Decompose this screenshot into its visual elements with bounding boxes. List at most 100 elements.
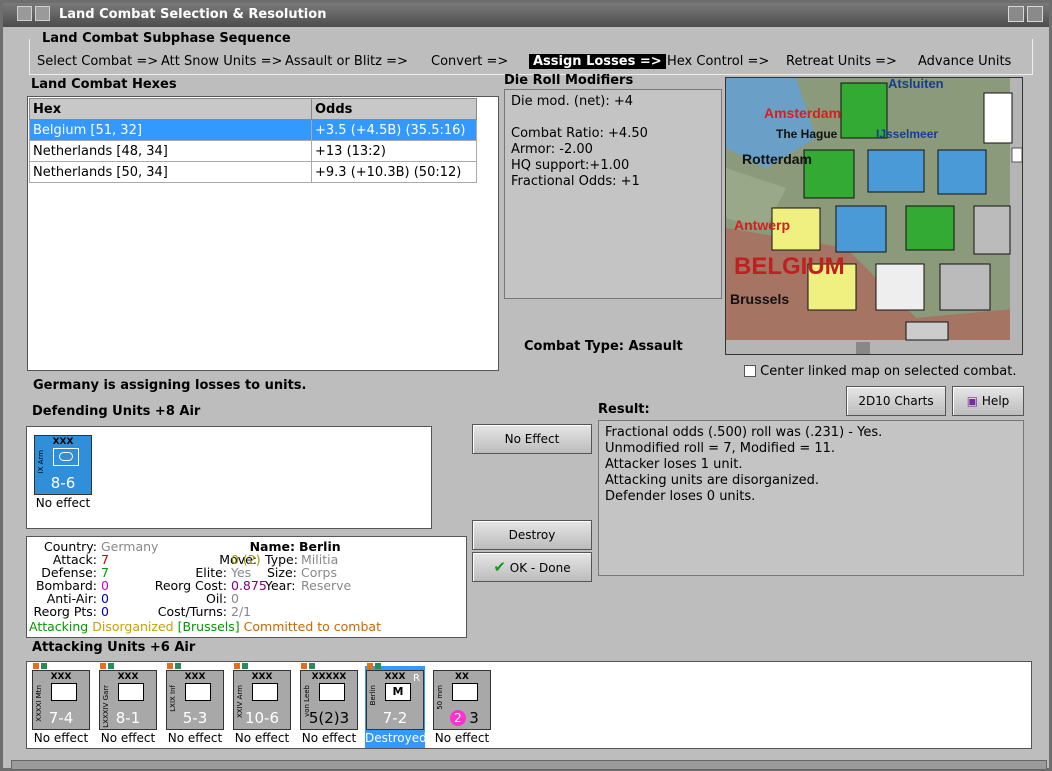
hex-cell[interactable]: Netherlands [48, 34] xyxy=(29,140,312,162)
unit-counter[interactable]: XXX Berlin M R 7-2 xyxy=(366,670,424,730)
phase-select-combat[interactable]: Select Combat => xyxy=(37,54,158,69)
attacking-units-panel: XXX XXXXI Mtn 7-4 No effect XXX LXXXIV G… xyxy=(26,661,1032,749)
phase-att-snow[interactable]: Att Snow Units => xyxy=(161,54,282,69)
result-line: Attacking units are disorganized. xyxy=(605,473,819,488)
unit-result: No effect xyxy=(301,731,357,745)
defending-unit[interactable]: XXX IX Arm 8-6 No effect xyxy=(33,435,93,510)
phase-assign-losses[interactable]: Assign Losses => xyxy=(529,54,666,69)
close-icon[interactable] xyxy=(1027,6,1043,22)
hq-unit-icon xyxy=(319,683,345,701)
linked-map[interactable]: Atsluiten Amsterdam The Hague IJsselmeer… xyxy=(725,77,1023,355)
phase-assault-blitz[interactable]: Assault or Blitz => xyxy=(285,54,408,69)
odds-cell[interactable]: +13 (13:2) xyxy=(311,140,477,162)
phase-convert[interactable]: Convert => xyxy=(431,54,508,69)
check-icon: ✔ xyxy=(493,558,506,576)
help-button[interactable]: ▣ Help xyxy=(952,386,1024,416)
unit-size: XXX xyxy=(251,672,273,682)
map-canvas[interactable]: Atsluiten Amsterdam The Hague IJsselmeer… xyxy=(726,78,1023,355)
unit-status-line: Attacking Disorganized [Brussels] Commit… xyxy=(29,620,381,633)
unit-counter[interactable]: XX 50 mm 2 3 xyxy=(433,670,491,730)
odds-cell[interactable]: +9.3 (+10.3B) (50:12) xyxy=(311,161,477,183)
defending-title: Defending Units +8 Air xyxy=(32,404,201,419)
die-mods-title: Die Roll Modifiers xyxy=(504,73,634,88)
hex-table: Hex Odds Belgium [51, 32] +3.5 (+4.5B) (… xyxy=(29,98,477,183)
map-label: BELGIUM xyxy=(734,253,845,280)
reorg-pts-value: 0 xyxy=(101,604,109,619)
unit-counter[interactable]: XXX LXIX Inf 5-3 xyxy=(166,670,224,730)
combat-type: Combat Type: Assault xyxy=(524,339,683,354)
no-effect-button[interactable]: No Effect xyxy=(472,424,592,454)
status-text: Germany is assigning losses to units. xyxy=(33,378,307,393)
antitank-unit-icon xyxy=(452,683,478,701)
center-map-option[interactable]: Center linked map on selected combat. xyxy=(744,364,1017,379)
unit-result: No effect xyxy=(167,731,223,745)
done-button[interactable]: ✔ OK - Done xyxy=(472,552,592,582)
die-mod-line: Die mod. (net): +4 xyxy=(511,94,634,109)
mountain-unit-icon xyxy=(51,683,77,701)
combat-type-label: Combat Type: xyxy=(524,339,624,354)
combat-type-value: Assault xyxy=(628,339,683,354)
defending-units-panel: XXX IX Arm 8-6 No effect xyxy=(26,426,432,529)
unit-result: No effect xyxy=(434,731,490,745)
center-map-checkbox[interactable] xyxy=(744,365,756,377)
result-line: Attacker loses 1 unit. xyxy=(605,457,743,472)
table-row[interactable]: Netherlands [50, 34] +9.3 (+10.3B) (50:1… xyxy=(29,161,477,183)
minimize-icon[interactable] xyxy=(1008,6,1024,22)
attacking-unit[interactable]: XXX XXXXI Mtn 7-4 No effect xyxy=(31,663,91,745)
destroy-button[interactable]: Destroy xyxy=(472,520,592,550)
hex-column-header[interactable]: Hex xyxy=(29,98,312,120)
help-book-icon: ▣ xyxy=(966,394,979,408)
hex-cell[interactable]: Netherlands [50, 34] xyxy=(29,161,312,183)
status-location: [Brussels] xyxy=(177,619,240,634)
cost-turns-value: 2/1 xyxy=(231,604,252,619)
title-bar: Land Combat Selection & Resolution xyxy=(3,3,1049,27)
unit-counter[interactable]: XXX LXXXIV Garr 8-1 xyxy=(99,670,157,730)
unit-result: No effect xyxy=(33,731,89,745)
attacking-unit[interactable]: XXX XXIV Arm 10-6 No effect xyxy=(232,663,292,745)
table-row[interactable]: Belgium [51, 32] +3.5 (+4.5B) (35.5:16) xyxy=(29,119,477,141)
attacking-unit[interactable]: XXXXX von Leeb 5(2)3 No effect xyxy=(299,663,359,745)
die-mods-panel: Die mod. (net): +4 Combat Ratio: +4.50 A… xyxy=(504,89,722,299)
unit-size: XXX xyxy=(52,437,74,447)
map-label: The Hague xyxy=(776,127,838,141)
system-icon[interactable] xyxy=(17,6,32,21)
unit-counter[interactable]: XXX XXXXI Mtn 7-4 xyxy=(32,670,90,730)
combat-window: Land Combat Selection & Resolution Land … xyxy=(0,0,1052,771)
unit-strength: 7-2 xyxy=(382,709,408,727)
phase-retreat[interactable]: Retreat Units => xyxy=(786,54,897,69)
unit-size: XXX xyxy=(117,672,139,682)
unit-counter[interactable]: XXXXX von Leeb 5(2)3 xyxy=(300,670,358,730)
attacking-unit[interactable]: XXX Berlin M R 7-2 Destroyed xyxy=(365,663,427,748)
unit-size: XX xyxy=(455,672,469,682)
unit-counter[interactable]: XXX IX Arm 8-6 xyxy=(34,435,92,495)
result-line: Defender loses 0 units. xyxy=(605,489,756,504)
attacking-unit[interactable]: XXX LXIX Inf 5-3 No effect xyxy=(165,663,225,745)
unit-counter[interactable]: XXX XXIV Arm 10-6 xyxy=(233,670,291,730)
country-value: Germany xyxy=(101,539,159,554)
system-icon[interactable] xyxy=(35,6,50,21)
die-mod-line xyxy=(511,110,715,126)
attacking-unit[interactable]: XX 50 mm 2 3 No effect xyxy=(432,670,492,745)
result-line: Fractional odds (.500) roll was (.231) -… xyxy=(605,425,883,440)
hex-cell[interactable]: Belgium [51, 32] xyxy=(29,119,312,141)
die-mod-line: HQ support:+1.00 xyxy=(511,158,630,173)
charts-button[interactable]: 2D10 Charts xyxy=(846,386,946,416)
map-label: Amsterdam xyxy=(764,105,841,121)
odds-cell[interactable]: +3.5 (+4.5B) (35.5:16) xyxy=(311,119,477,141)
armor-unit-icon xyxy=(252,683,278,701)
unit-strength: 5(2)3 xyxy=(308,709,350,727)
status-disorganized: Disorganized xyxy=(92,619,174,634)
hexes-title: Land Combat Hexes xyxy=(31,77,177,92)
attacking-unit[interactable]: XXX LXXXIV Garr 8-1 No effect xyxy=(98,663,158,745)
unit-strength: 5-3 xyxy=(182,709,208,727)
militia-unit-icon: M xyxy=(385,683,411,701)
phase-advance[interactable]: Advance Units xyxy=(918,54,1011,69)
system-menu[interactable] xyxy=(17,6,51,22)
odds-column-header[interactable]: Odds xyxy=(311,98,477,120)
phase-hex-control[interactable]: Hex Control => xyxy=(667,54,769,69)
result-panel: Fractional odds (.500) roll was (.231) -… xyxy=(598,420,1024,576)
unit-size: XXXXX xyxy=(311,672,347,682)
table-row[interactable]: Netherlands [48, 34] +13 (13:2) xyxy=(29,140,477,162)
unit-info-panel: Country: Germany Attack: 7 Defense: 7 Bo… xyxy=(26,536,467,638)
unit-result: Destroyed xyxy=(365,731,427,745)
